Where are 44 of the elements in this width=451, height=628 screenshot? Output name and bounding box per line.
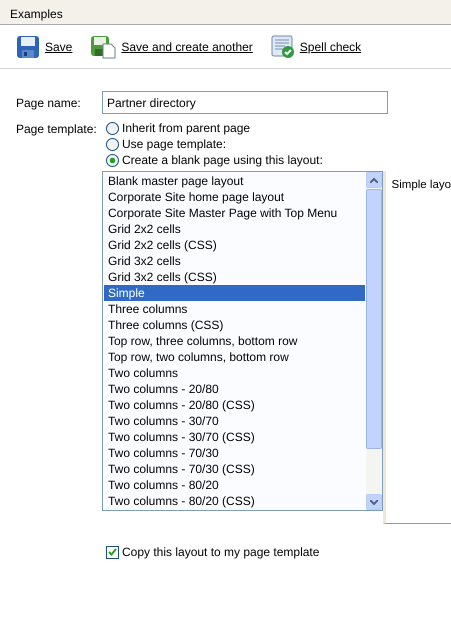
layout-option[interactable]: Two columns - 70/30: [104, 445, 365, 461]
layout-option[interactable]: Two columns - 20/80 (CSS): [104, 397, 365, 413]
save-link[interactable]: Save and create another: [90, 34, 253, 58]
copy-layout-checkbox[interactable]: Copy this layout to my page template: [106, 543, 451, 561]
layout-option[interactable]: Two columns - 80/20: [104, 477, 365, 493]
layout-option[interactable]: Blank master page layout: [104, 173, 365, 189]
layout-option[interactable]: Corporate Site Master Page with Top Menu: [104, 205, 365, 221]
layout-option[interactable]: Two columns - 80/20 (CSS): [104, 493, 365, 509]
layout-option[interactable]: Grid 3x2 cells (CSS): [104, 269, 365, 285]
page-name-field[interactable]: Partner directory: [102, 91, 388, 114]
document-check-icon: [270, 34, 295, 58]
layout-option[interactable]: Top row, three columns, bottom row: [104, 333, 365, 349]
header-title: Examples: [10, 7, 63, 21]
layout-option[interactable]: Grid 2x2 cells (CSS): [104, 237, 365, 253]
spell-check-link[interactable]: Spell check: [270, 34, 362, 58]
layout-option[interactable]: Two columns: [104, 365, 365, 381]
radio-button[interactable]: [106, 154, 119, 166]
floppy-disk-with-page-icon: [90, 34, 116, 58]
radio-button[interactable]: [106, 138, 119, 150]
scroll-thumb[interactable]: [366, 189, 382, 449]
layout-option[interactable]: Two columns - 30/70: [104, 413, 365, 429]
layout-list[interactable]: [102, 171, 383, 511]
layout-option[interactable]: Grid 2x2 cells: [104, 221, 365, 237]
check-mark-icon: [108, 548, 117, 556]
save-link[interactable]: Save: [16, 34, 72, 58]
scroll-up-button[interactable]: [366, 172, 382, 188]
radio-button[interactable]: [106, 122, 119, 134]
option-label: Inherit from parent page: [122, 120, 250, 137]
scroll-down-button[interactable]: [366, 494, 382, 510]
layout-option[interactable]: Simple: [104, 285, 365, 301]
option-label: Create a blank page using this layout:: [122, 152, 323, 169]
layout-option[interactable]: Three columns: [104, 301, 365, 317]
layout-option[interactable]: Grid 3x2 cells: [104, 253, 365, 269]
scrollbar[interactable]: [366, 172, 382, 510]
field-label: Page name:: [16, 95, 82, 112]
layout-option[interactable]: Two columns - 20/80: [104, 381, 365, 397]
layout-option[interactable]: Two columns - 30/70 (CSS): [104, 429, 365, 445]
preview-text: Simple layo: [392, 179, 451, 191]
layout-option[interactable]: Three columns (CSS): [104, 317, 365, 333]
field-label: Page template:: [16, 121, 98, 138]
layout-option[interactable]: Top row, two columns, bottom row: [104, 349, 365, 365]
layout-option[interactable]: Two columns - 70/30 (CSS): [104, 461, 365, 477]
option-label: Use page template:: [122, 136, 226, 153]
layout-option[interactable]: Corporate Site home page layout: [104, 189, 365, 205]
